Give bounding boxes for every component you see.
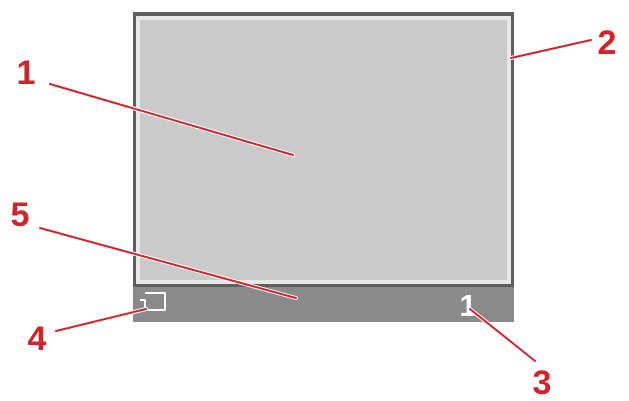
callout-label-4: 4 [28, 320, 47, 358]
leader-line-4 [54, 307, 148, 333]
screen-diagram: 1 1 2 3 4 5 [11, 12, 617, 401]
callout-label-3: 3 [533, 364, 552, 401]
page-number: 1 [459, 288, 476, 323]
display-area [140, 20, 507, 280]
leader-line-2 [509, 38, 593, 60]
status-bar [133, 287, 514, 322]
callout-label-1: 1 [17, 54, 36, 92]
callout-label-2: 2 [598, 24, 617, 62]
callout-label-5: 5 [11, 196, 30, 234]
